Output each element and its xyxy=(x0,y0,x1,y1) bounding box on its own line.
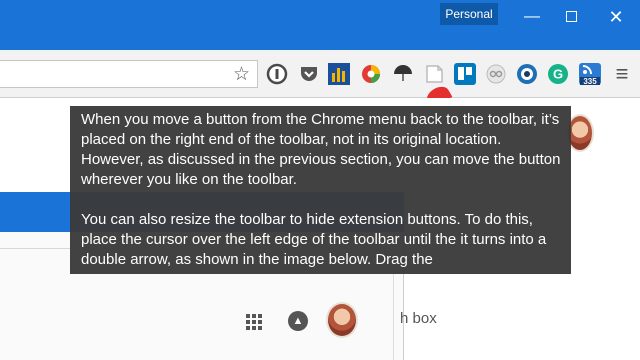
eye-extension-button[interactable] xyxy=(516,63,538,85)
note-extension-button[interactable] xyxy=(423,63,445,85)
maximize-button[interactable] xyxy=(556,6,586,28)
chromatic-extension-button[interactable] xyxy=(360,63,382,85)
minimize-button[interactable]: — xyxy=(517,6,547,28)
notification-bell-icon[interactable]: ▲ xyxy=(288,311,308,331)
address-bar[interactable]: ☆ xyxy=(0,60,258,88)
glasses-extension-button[interactable] xyxy=(485,63,507,85)
glasses-ext-icon xyxy=(486,64,506,84)
browser-window: Personal — ✕ ☆ G 335 ≡ ▲ h box When you … xyxy=(0,0,640,360)
grammarly-extension-button[interactable]: G xyxy=(547,63,569,85)
trello-ext-icon xyxy=(454,63,476,85)
title-bar: Personal — ✕ xyxy=(0,0,640,50)
account-avatar[interactable] xyxy=(326,302,358,338)
note-ext-icon xyxy=(426,65,443,83)
maximize-icon xyxy=(565,11,577,23)
chrome-menu-button[interactable]: ≡ xyxy=(611,63,633,85)
chart-extension-button[interactable] xyxy=(328,63,350,85)
video-caption: When you move a button from the Chrome m… xyxy=(70,106,571,274)
browser-toolbar: ☆ G 335 ≡ xyxy=(0,50,640,98)
apps-grid-icon[interactable] xyxy=(246,314,262,330)
caption-paragraph: You can also resize the toolbar to hide … xyxy=(81,211,547,268)
side-text: h box xyxy=(400,310,437,327)
close-button[interactable]: ✕ xyxy=(601,6,631,28)
caption-paragraph: When you move a button from the Chrome m… xyxy=(81,111,561,188)
umbrella-extension-button[interactable] xyxy=(392,63,414,85)
grammarly-ext-icon: G xyxy=(548,64,568,84)
pocket-ext-icon xyxy=(301,67,317,81)
bookmark-star-icon[interactable]: ☆ xyxy=(233,65,250,85)
rss-ext-icon: 335 xyxy=(579,63,601,86)
chromatic-ext-icon xyxy=(362,65,380,83)
chart-ext-icon xyxy=(328,63,350,85)
trello-extension-button[interactable] xyxy=(454,63,476,85)
grammarly-letter: G xyxy=(553,67,563,82)
rss-badge: 335 xyxy=(583,77,597,85)
rss-extension-button[interactable]: 335 xyxy=(579,63,601,86)
pocket-extension-button[interactable] xyxy=(298,63,320,85)
info-ext-icon xyxy=(266,63,288,85)
profile-button[interactable]: Personal xyxy=(440,3,498,25)
umbrella-ext-icon xyxy=(394,65,412,81)
info-extension-button[interactable] xyxy=(266,63,288,85)
eye-ext-icon xyxy=(517,64,537,84)
